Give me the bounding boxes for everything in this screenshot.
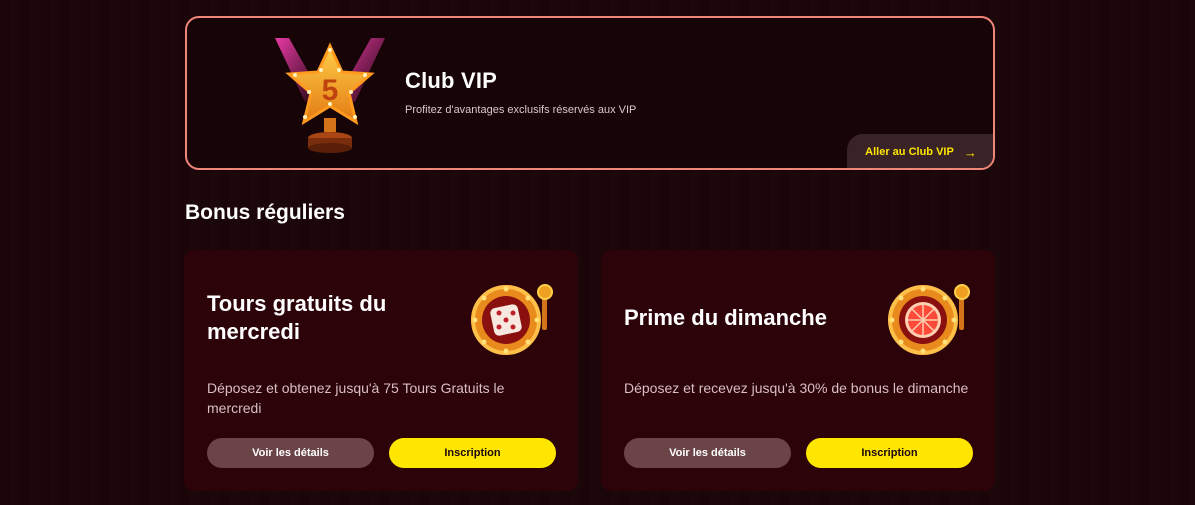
view-details-button[interactable]: Voir les détails [624, 438, 791, 468]
vip-banner: 5 Club VIP Profitez d'avantages exclusif… [185, 16, 995, 170]
section-title: Bonus réguliers [185, 201, 345, 224]
bonus-card-title: Tours gratuits du mercredi [207, 291, 387, 344]
bonus-card-sunday: Prime du dimanche Déposez et recevez jus… [601, 250, 995, 491]
vip-subtitle: Profitez d'avantages exclusifs réservés … [405, 104, 637, 116]
bonus-card-description: Déposez et obtenez jusqu'à 75 Tours Grat… [207, 380, 505, 416]
go-to-vip-club-button[interactable]: Aller au Club VIP → [847, 134, 993, 168]
vip-cta-label: Aller au Club VIP [865, 146, 954, 158]
svg-text:5: 5 [322, 74, 339, 107]
bonus-card-description: Déposez et recevez jusqu'à 30% de bonus … [624, 380, 969, 396]
dice-slot-icon [471, 284, 553, 355]
arrow-right-icon: → [963, 144, 977, 160]
view-details-button[interactable]: Voir les détails [207, 438, 374, 468]
bonus-card-wednesday: Tours gratuits du mercredi Déposez et ob… [184, 250, 578, 491]
vip-star-trophy-icon: 5 [275, 38, 385, 153]
grapefruit-slot-icon [888, 284, 970, 355]
signup-button[interactable]: Inscription [806, 438, 973, 468]
signup-button[interactable]: Inscription [389, 438, 556, 468]
bonus-card-title: Prime du dimanche [624, 305, 827, 330]
vip-title: Club VIP [405, 68, 498, 93]
